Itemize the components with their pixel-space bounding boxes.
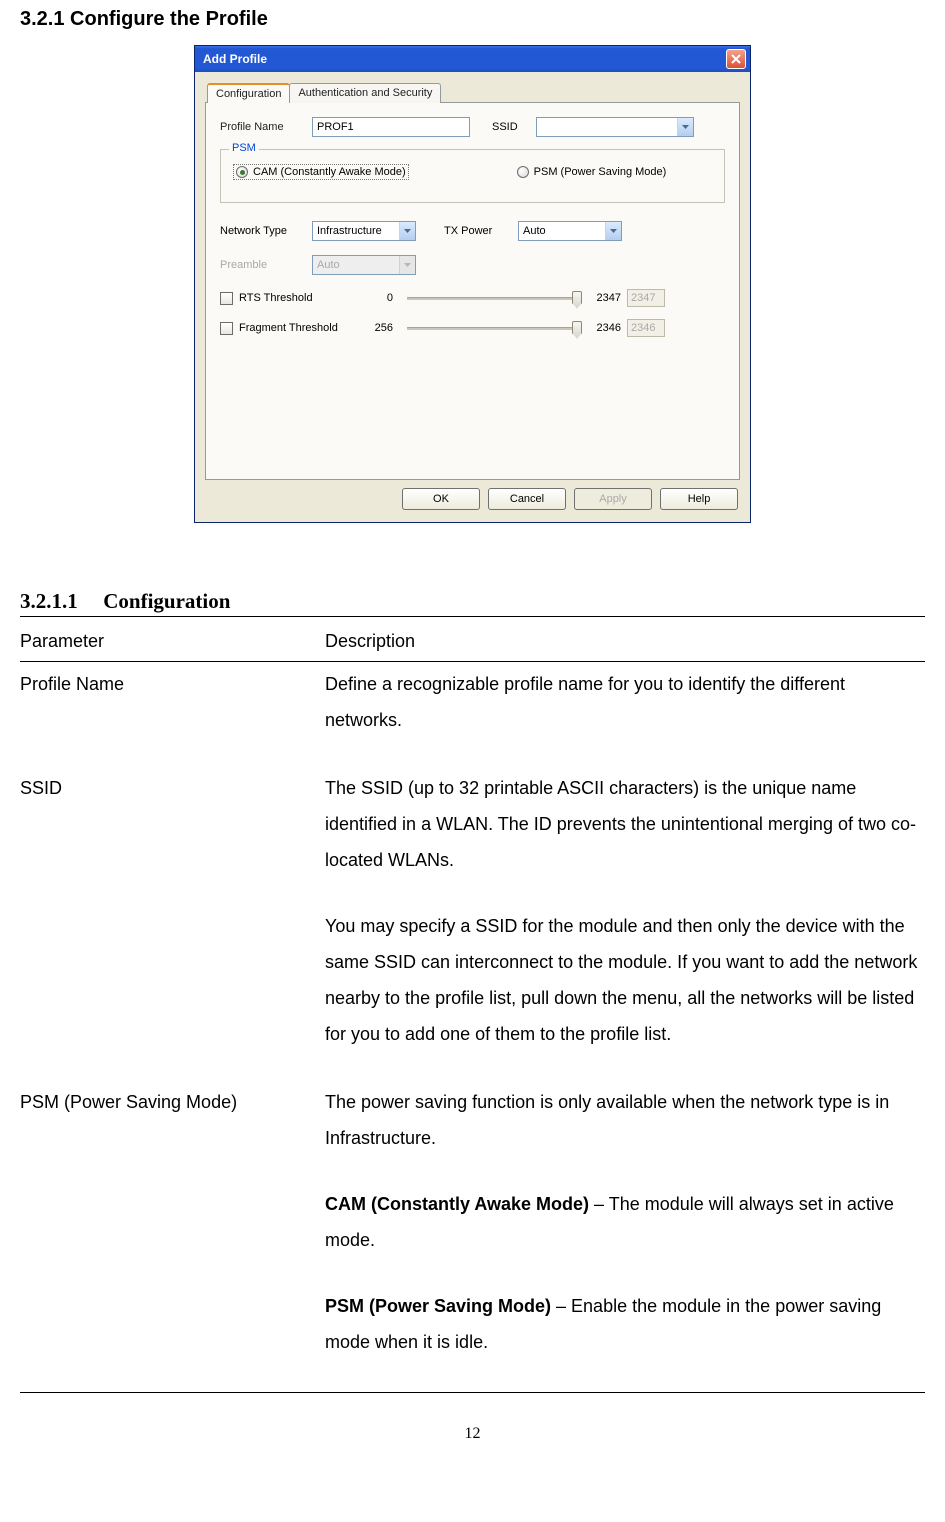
add-profile-dialog: Add Profile Configuration Authentication… — [194, 45, 751, 523]
rts-min: 0 — [367, 292, 393, 304]
parameter-cell: Profile Name — [20, 666, 325, 738]
col-header-description: Description — [325, 623, 925, 659]
description-paragraph: Define a recognizable profile name for y… — [325, 666, 925, 738]
frag-min: 256 — [367, 322, 393, 334]
table-row: PSM (Power Saving Mode)The power saving … — [20, 1084, 925, 1360]
dialog-body: Configuration Authentication and Securit… — [195, 72, 750, 522]
tab-authentication[interactable]: Authentication and Security — [289, 83, 441, 103]
psm-radio[interactable]: PSM (Power Saving Mode) — [517, 166, 667, 178]
parameter-cell: SSID — [20, 770, 325, 1052]
table-row: SSIDThe SSID (up to 32 printable ASCII c… — [20, 770, 925, 1052]
chevron-down-icon — [399, 256, 415, 274]
slider-thumb-icon[interactable] — [572, 291, 582, 309]
close-icon[interactable] — [726, 49, 746, 69]
tab-configuration[interactable]: Configuration — [207, 83, 290, 103]
help-button[interactable]: Help — [660, 488, 738, 510]
frag-label: Fragment Threshold — [239, 322, 347, 334]
dialog-screenshot: Add Profile Configuration Authentication… — [20, 45, 925, 523]
profile-name-input[interactable] — [312, 117, 470, 137]
network-type-combo[interactable]: Infrastructure — [312, 221, 416, 241]
psm-legend: PSM — [229, 142, 259, 154]
rule — [20, 616, 925, 617]
rts-slider: 0 2347 2347 — [367, 289, 665, 307]
description-paragraph: PSM (Power Saving Mode) – Enable the mod… — [325, 1288, 925, 1360]
frag-track[interactable] — [407, 327, 577, 330]
sub-heading-text: Configuration — [103, 589, 230, 613]
apply-button: Apply — [574, 488, 652, 510]
chevron-down-icon[interactable] — [399, 222, 415, 240]
page-number: 12 — [20, 1425, 925, 1443]
frag-max: 2346 — [589, 322, 621, 334]
network-type-label: Network Type — [220, 225, 312, 237]
description-paragraph: The power saving function is only availa… — [325, 1084, 925, 1156]
description-cell: The SSID (up to 32 printable ASCII chara… — [325, 770, 925, 1052]
frag-row: Fragment Threshold 256 2346 2346 — [220, 319, 725, 337]
col-header-parameter: Parameter — [20, 623, 325, 659]
description-paragraph: The SSID (up to 32 printable ASCII chara… — [325, 770, 925, 878]
tx-power-label: TX Power — [444, 225, 518, 237]
frag-value-box: 2346 — [627, 319, 665, 337]
cancel-button[interactable]: Cancel — [488, 488, 566, 510]
description-paragraph: CAM (Constantly Awake Mode) – The module… — [325, 1186, 925, 1258]
cam-radio-label: CAM (Constantly Awake Mode) — [253, 166, 406, 178]
chevron-down-icon[interactable] — [677, 118, 693, 136]
description-paragraph: You may specify a SSID for the module an… — [325, 908, 925, 1052]
network-type-value: Infrastructure — [313, 225, 399, 237]
rts-value-box: 2347 — [627, 289, 665, 307]
rts-label: RTS Threshold — [239, 292, 347, 304]
parameter-cell: PSM (Power Saving Mode) — [20, 1084, 325, 1360]
parameter-table: Parameter Description Profile NameDefine… — [20, 623, 925, 1360]
profile-name-row: Profile Name SSID — [220, 117, 725, 137]
radio-icon — [236, 166, 248, 178]
description-cell: Define a recognizable profile name for y… — [325, 666, 925, 738]
sub-heading-number: 3.2.1.1 — [20, 589, 98, 614]
preamble-row: Preamble Auto — [220, 255, 725, 275]
psm-fieldset: PSM CAM (Constantly Awake Mode) PSM (Pow… — [220, 149, 725, 203]
button-row: OK Cancel Apply Help — [205, 488, 740, 510]
tx-power-combo[interactable]: Auto — [518, 221, 622, 241]
preamble-combo: Auto — [312, 255, 416, 275]
preamble-label: Preamble — [220, 259, 312, 271]
rts-row: RTS Threshold 0 2347 2347 — [220, 289, 725, 307]
table-row: Profile NameDefine a recognizable profil… — [20, 666, 925, 738]
rts-checkbox[interactable] — [220, 292, 233, 305]
frag-checkbox[interactable] — [220, 322, 233, 335]
titlebar: Add Profile — [195, 46, 750, 72]
preamble-value: Auto — [313, 259, 399, 271]
sub-section-heading: 3.2.1.1 Configuration — [20, 589, 925, 614]
description-cell: The power saving function is only availa… — [325, 1084, 925, 1360]
rule — [20, 1392, 925, 1393]
section-heading: 3.2.1 Configure the Profile — [20, 8, 925, 31]
tx-power-value: Auto — [519, 225, 605, 237]
nettype-row: Network Type Infrastructure TX Power Aut… — [220, 221, 725, 241]
psm-radio-label: PSM (Power Saving Mode) — [534, 166, 667, 178]
cam-radio[interactable]: CAM (Constantly Awake Mode) — [233, 164, 409, 180]
ok-button[interactable]: OK — [402, 488, 480, 510]
configuration-panel: Profile Name SSID PSM CAM (Constantly Aw… — [205, 102, 740, 480]
rts-track[interactable] — [407, 297, 577, 300]
ssid-combo[interactable] — [536, 117, 694, 137]
tab-strip: Configuration Authentication and Securit… — [207, 83, 740, 103]
radio-icon — [517, 166, 529, 178]
slider-thumb-icon[interactable] — [572, 321, 582, 339]
chevron-down-icon[interactable] — [605, 222, 621, 240]
profile-name-label: Profile Name — [220, 121, 312, 133]
frag-slider: 256 2346 2346 — [367, 319, 665, 337]
table-header: Parameter Description — [20, 623, 925, 662]
psm-row: CAM (Constantly Awake Mode) PSM (Power S… — [233, 164, 712, 180]
dialog-title: Add Profile — [203, 52, 267, 66]
ssid-label: SSID — [492, 121, 536, 133]
rts-max: 2347 — [589, 292, 621, 304]
